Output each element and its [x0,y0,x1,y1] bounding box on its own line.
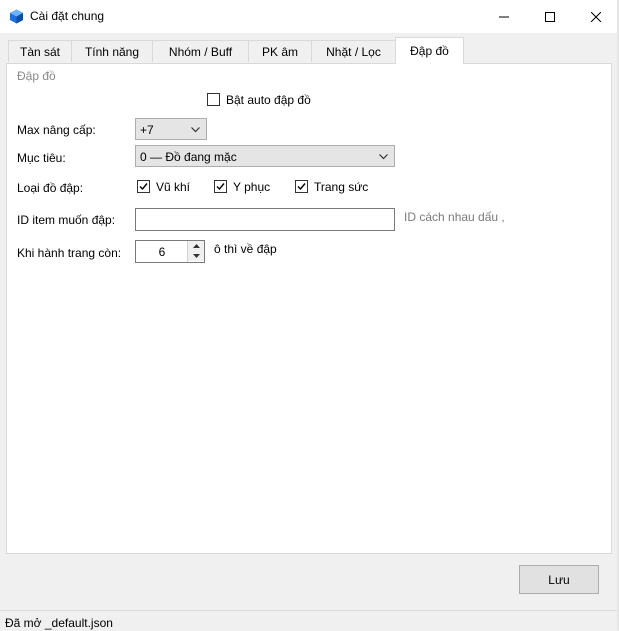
tab-label: Nhóm / Buff [168,44,233,59]
title-bar: Cài đặt chung [0,0,619,33]
bag-remaining-label: Khi hành trang còn: [17,246,122,260]
item-ids-label: ID item muốn đập: [17,213,116,227]
max-level-value: +7 [140,123,154,137]
minimize-button[interactable] [481,0,527,33]
jewelry-label[interactable]: Trang sức [314,180,368,194]
maximize-button[interactable] [527,0,573,33]
clothing-checkbox[interactable] [214,180,227,193]
tab-nhom-buff[interactable]: Nhóm / Buff [152,40,249,62]
target-value: 0 — Đồ đang mặc [140,150,237,164]
save-button[interactable]: Lưu [519,565,599,594]
clothing-label[interactable]: Y phục [233,180,270,194]
bag-remaining-suffix: ô thì về đập [214,242,277,256]
tab-label: Nhặt / Lọc [326,44,381,59]
chevron-down-icon [379,154,388,160]
status-text: Đã mở _default.json [5,616,113,630]
stepper-buttons [187,241,204,262]
arrow-up-icon [192,244,200,248]
item-ids-hint: ID cách nhau dấu , [404,210,505,224]
minimize-icon [499,16,509,17]
auto-checkbox[interactable] [207,93,220,106]
tab-panel [6,63,612,554]
tab-nhat-loc[interactable]: Nhặt / Lọc [311,40,396,62]
item-ids-input[interactable] [135,208,395,231]
maximize-icon [545,11,555,22]
auto-checkbox-label[interactable]: Bật auto đập đồ [226,93,311,107]
bag-remaining-value: 6 [158,245,166,259]
max-level-label: Max nâng cấp: [17,123,96,137]
tab-label: Đập đồ [410,44,449,58]
target-label: Mục tiêu: [17,151,66,165]
item-types-label: Loại đồ đập: [17,181,84,195]
tab-label: Tàn sát [19,44,61,59]
tab-pk-am[interactable]: PK âm [248,40,312,62]
tab-label: PK âm [261,44,298,59]
weapon-checkbox[interactable] [137,180,150,193]
chevron-down-icon [191,127,200,133]
group-title: Đập đồ [17,69,56,83]
tab-tinh-nang[interactable]: Tính năng [71,40,153,62]
weapon-label[interactable]: Vũ khí [156,180,190,194]
window-title: Cài đặt chung [30,9,105,23]
check-icon [216,183,225,191]
jewelry-checkbox[interactable] [295,180,308,193]
target-select[interactable]: 0 — Đồ đang mặc [135,145,395,167]
status-bar: Đã mở _default.json [0,610,619,631]
max-level-select[interactable]: +7 [135,118,207,140]
close-icon [591,11,601,22]
tab-tan-sat[interactable]: Tàn sát [8,40,72,62]
check-icon [297,183,306,191]
save-button-label: Lưu [548,572,570,587]
close-button[interactable] [573,0,619,33]
stepper-down-button[interactable] [188,251,204,261]
bag-remaining-stepper[interactable]: 6 [135,240,205,263]
app-icon [9,9,24,24]
tab-dap-do[interactable]: Đập đồ [395,37,464,64]
tab-label: Tính năng [84,44,140,59]
check-icon [139,183,148,191]
arrow-down-icon [192,254,200,258]
